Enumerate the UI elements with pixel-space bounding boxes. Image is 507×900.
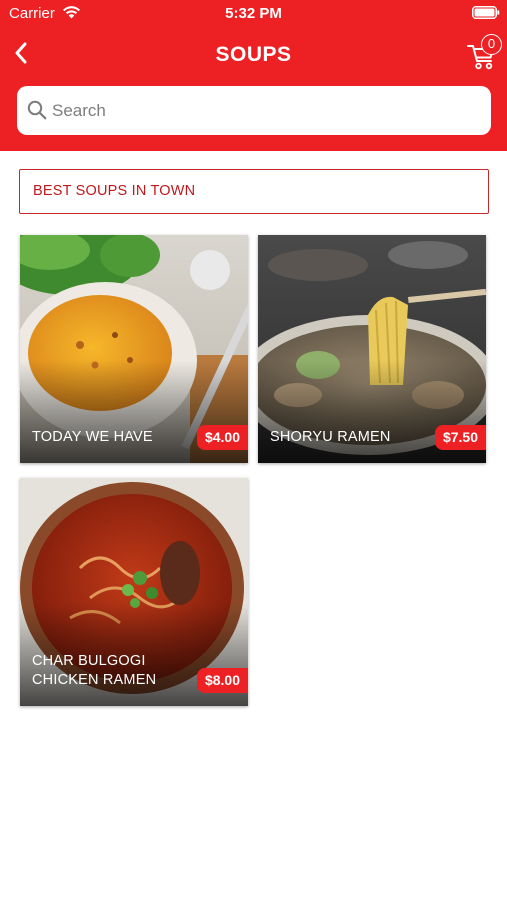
search-input[interactable] [52,86,477,135]
cart-count-badge: 0 [481,34,502,55]
cart-button[interactable]: 0 [466,34,502,70]
menu-item-card[interactable]: TODAY WE HAVE $4.00 [20,235,248,463]
item-price: $7.50 [434,425,486,450]
search-bar[interactable] [17,86,491,135]
search-icon [27,100,47,120]
item-name: SHORYU RAMEN [270,429,391,445]
section-title: BEST SOUPS IN TOWN [33,183,196,199]
item-name: CHAR BULGOGI CHICKEN RAMEN [32,653,157,688]
item-price: $4.00 [196,425,248,450]
status-time: 5:32 PM [225,5,282,22]
item-price: $8.00 [196,668,248,693]
battery-icon [472,6,500,19]
status-bar: Carrier 5:32 PM [0,0,507,28]
app-header: Carrier 5:32 PM SOUPS 0 [0,0,507,151]
item-name: TODAY WE HAVE [32,429,153,445]
page-title: SOUPS [215,43,292,66]
menu-item-card[interactable]: SHORYU RAMEN $7.50 [258,235,486,463]
menu-item-card[interactable]: CHAR BULGOGI CHICKEN RAMEN $8.00 [20,478,248,706]
section-banner: BEST SOUPS IN TOWN [19,169,489,214]
